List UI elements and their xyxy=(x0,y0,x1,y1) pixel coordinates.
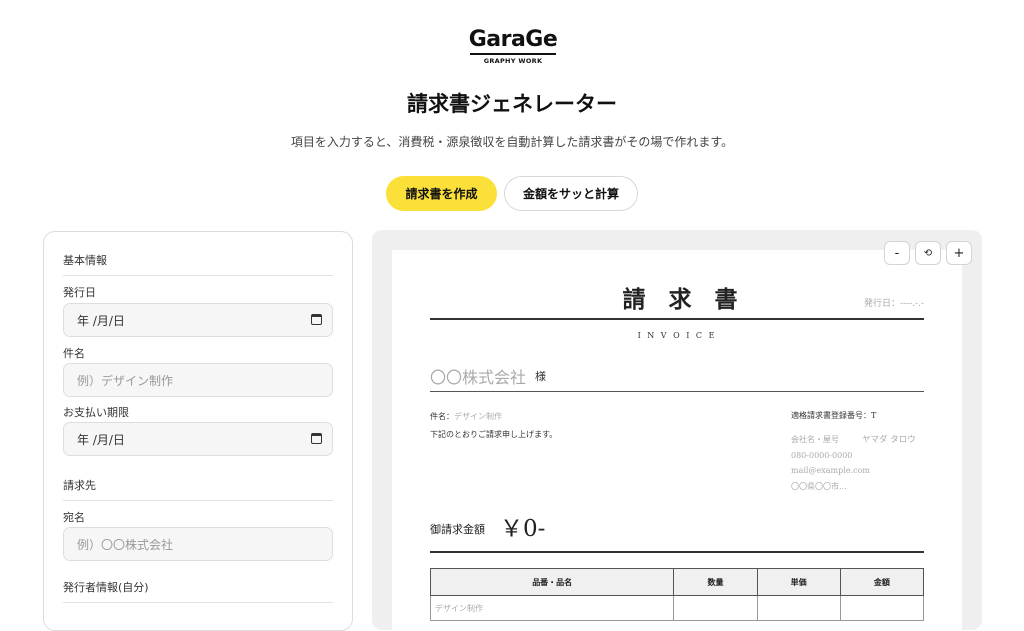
title-rule xyxy=(430,318,924,320)
logo-underline xyxy=(470,53,556,55)
subject-input[interactable]: 例）デザイン制作 xyxy=(63,363,333,397)
row-amount xyxy=(839,595,925,621)
client-rule xyxy=(430,391,924,392)
section-issuer-info: 発行者情報(自分) xyxy=(63,579,333,603)
issue-date-field[interactable]: 年 /月/日 xyxy=(63,303,333,337)
due-date-value: 年 /月/日 xyxy=(77,432,125,447)
invoice-subject-label: 件名： xyxy=(430,412,454,421)
issue-date-value: 年 /月/日 xyxy=(77,313,125,328)
client-name: 〇〇株式会社 xyxy=(430,368,527,387)
recipient-input[interactable]: 例）〇〇株式会社 xyxy=(63,527,333,561)
calendar-icon[interactable] xyxy=(311,314,322,325)
row-item: デザイン制作 xyxy=(429,595,675,621)
invoice-subject-value: デザイン制作 xyxy=(454,412,502,421)
invoice-title: 請 求 書 xyxy=(622,286,738,313)
col-header-item: 品番・品名 xyxy=(429,568,675,596)
section-basic-info: 基本情報 xyxy=(63,252,333,276)
row-qty xyxy=(673,595,758,621)
issuer-company: 会社名・屋号 xyxy=(791,435,839,444)
invoice-subject: 件名：デザイン制作 xyxy=(430,411,502,422)
logo-text: GaraGe xyxy=(468,27,558,52)
zoom-in-button[interactable]: + xyxy=(946,241,972,265)
table-header-row: 品番・品名 数量 単価 金額 xyxy=(429,568,925,596)
col-header-amount: 金額 xyxy=(839,568,925,596)
due-date-label: お支払い期限 xyxy=(63,406,129,419)
calendar-icon[interactable] xyxy=(311,433,322,444)
brand-logo[interactable]: GaraGe GRAPHY WORK xyxy=(468,27,558,66)
page-description: 項目を入力すると、消費税・源泉徴収を自動計算した請求書がその場で作れます。 xyxy=(290,135,734,149)
issuer-email: mail@example.com xyxy=(791,466,870,475)
logo-subtext: GRAPHY WORK xyxy=(483,57,543,65)
col-header-price: 単価 xyxy=(756,568,841,596)
issuer-name: ヤマダ タロウ xyxy=(862,435,916,445)
issue-date-label: 発行日 xyxy=(63,286,96,299)
table-row: デザイン制作 xyxy=(429,595,925,621)
form-panel: 基本情報 発行日 年 /月/日 件名 例）デザイン制作 お支払い期限 年 /月/… xyxy=(43,231,353,631)
subject-label: 件名 xyxy=(63,347,85,360)
invoice-issue-date: 発行日：----.-.- xyxy=(864,299,924,309)
quick-calc-button[interactable]: 金額をサッと計算 xyxy=(504,176,638,211)
due-date-field[interactable]: 年 /月/日 xyxy=(63,422,333,456)
amount-rule xyxy=(430,551,924,553)
amount-label: 御請求金額 xyxy=(430,523,485,536)
invoice-subtitle: I N V O I C E xyxy=(637,331,717,340)
items-table: 品番・品名 数量 単価 金額 デザイン制作 xyxy=(429,568,925,621)
recipient-label: 宛名 xyxy=(63,511,85,524)
registration-number: 適格請求書登録番号：T xyxy=(791,411,877,420)
issuer-phone: 080-0000-0000 xyxy=(791,451,853,460)
col-header-qty: 数量 xyxy=(673,568,758,596)
create-invoice-button[interactable]: 請求書を作成 xyxy=(386,176,497,211)
section-bill-to: 請求先 xyxy=(63,477,333,501)
client-honorific: 様 xyxy=(535,370,546,383)
amount-value: ￥0- xyxy=(500,516,546,542)
zoom-reset-button[interactable]: ⟲ xyxy=(915,241,941,265)
invoice-intro: 下記のとおりご請求申し上げます。 xyxy=(430,430,558,439)
page-title: 請求書ジェネレーター xyxy=(407,92,617,116)
issuer-address: 〇〇県〇〇市... xyxy=(791,482,847,491)
row-price xyxy=(756,595,841,621)
zoom-out-button[interactable]: - xyxy=(884,241,910,265)
